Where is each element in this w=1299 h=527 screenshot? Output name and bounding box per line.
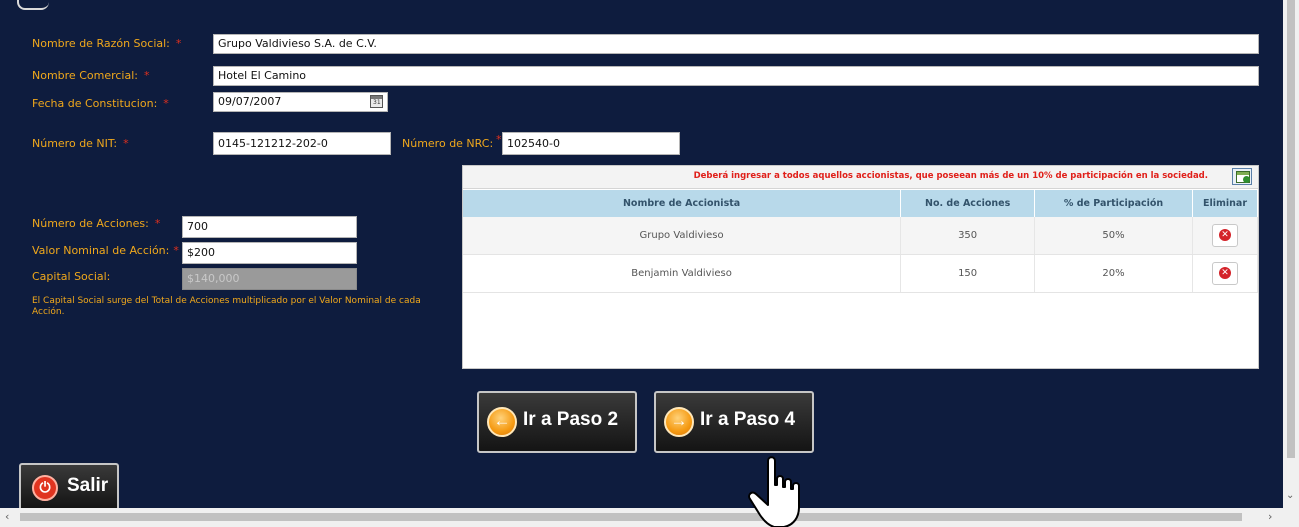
table-row: Benjamin Valdivieso 150 20% ✕ (463, 254, 1258, 293)
capital-social-input: $140,000 (182, 268, 357, 290)
calendar-icon-day: 31 (373, 99, 381, 106)
delete-icon: ✕ (1219, 229, 1231, 241)
nit-input[interactable]: 0145-121212-202-0 (213, 132, 391, 155)
razon-social-label-text: Nombre de Razón Social: (32, 37, 170, 50)
next-step-label: Ir a Paso 4 (700, 409, 796, 430)
required-marker: * (163, 97, 169, 110)
scroll-right-icon[interactable]: › (1268, 510, 1272, 523)
cell-acciones: 350 (900, 217, 1036, 255)
horizontal-scroll-thumb[interactable] (20, 513, 1242, 521)
arrow-left-icon: ← (487, 407, 517, 437)
salir-label: Salir (67, 475, 109, 496)
tab-corner (17, 0, 49, 10)
nit-label-text: Número de NIT: (32, 137, 118, 150)
delete-row-button[interactable]: ✕ (1212, 262, 1238, 285)
accionistas-table: Nombre de Accionista No. de Acciones % d… (463, 190, 1258, 293)
scroll-down-icon[interactable]: ⌄ (1286, 490, 1294, 501)
razon-social-input[interactable]: Grupo Valdivieso S.A. de C.V. (213, 34, 1259, 54)
accionistas-warning-bar: Deberá ingresar a todos aquellos accioni… (463, 166, 1258, 189)
nombre-comercial-label-text: Nombre Comercial: (32, 69, 138, 82)
cell-eliminar: ✕ (1192, 254, 1258, 293)
prev-step-label: Ir a Paso 2 (523, 409, 619, 430)
add-accionista-button[interactable] (1232, 168, 1252, 185)
vertical-scrollbar[interactable]: ⌄ (1283, 0, 1299, 508)
required-marker: * (143, 69, 150, 82)
table-header-row: Nombre de Accionista No. de Acciones % d… (463, 190, 1258, 217)
required-marker: * (175, 37, 182, 50)
next-step-button[interactable]: → Ir a Paso 4 (654, 391, 814, 453)
column-header-acciones[interactable]: No. de Acciones (900, 190, 1036, 217)
acciones-input[interactable]: 700 (182, 216, 357, 238)
required-marker: * (154, 217, 161, 230)
cell-acciones: 150 (900, 254, 1036, 293)
nrc-input[interactable]: 102540-0 (502, 132, 680, 155)
capital-social-note: El Capital Social surge del Total de Acc… (32, 296, 421, 317)
delete-icon: ✕ (1219, 267, 1231, 279)
razon-social-label: Nombre de Razón Social: * (32, 37, 181, 50)
cell-eliminar: ✕ (1192, 217, 1258, 255)
acciones-label: Número de Acciones: * (32, 217, 160, 230)
prev-step-button[interactable]: ← Ir a Paso 2 (477, 391, 637, 453)
cell-participacion: 50% (1034, 217, 1193, 255)
fecha-constitucion-label: Fecha de Constitucion: * (32, 97, 169, 110)
column-header-eliminar: Eliminar (1192, 190, 1258, 217)
arrow-right-icon: → (664, 407, 694, 437)
cell-nombre: Grupo Valdivieso (463, 217, 902, 255)
scrollbar-corner (1283, 508, 1299, 527)
cell-nombre: Benjamin Valdivieso (463, 254, 902, 293)
nrc-label: Número de NRC: (402, 137, 493, 150)
nombre-comercial-label: Nombre Comercial: * (32, 69, 149, 82)
wizard-step-3-panel: Nombre de Razón Social: * Grupo Valdivies… (0, 0, 1283, 508)
hand-cursor-icon (748, 456, 800, 527)
delete-row-button[interactable]: ✕ (1212, 224, 1238, 247)
accionistas-warning: Deberá ingresar a todos aquellos accioni… (693, 171, 1208, 181)
valor-nominal-label: Valor Nominal de Acción: * (32, 244, 179, 257)
vertical-scroll-thumb[interactable] (1287, 0, 1295, 458)
nit-label: Número de NIT: * (32, 137, 129, 150)
table-row: Grupo Valdivieso 350 50% ✕ (463, 217, 1258, 255)
required-marker: * (173, 244, 179, 257)
valor-nominal-input[interactable]: $200 (182, 242, 357, 264)
valor-nominal-label-text: Valor Nominal de Acción: (32, 244, 170, 257)
fecha-constitucion-label-text: Fecha de Constitucion: (32, 97, 158, 110)
cell-participacion: 20% (1034, 254, 1193, 293)
plus-icon (1243, 176, 1250, 183)
calendar-icon[interactable]: 31 (370, 95, 383, 108)
column-header-participacion[interactable]: % de Participación (1034, 190, 1193, 217)
fecha-constitucion-input[interactable]: 09/07/2007 (213, 92, 388, 112)
column-header-nombre[interactable]: Nombre de Accionista (463, 190, 902, 217)
scroll-left-icon[interactable]: ‹ (5, 510, 9, 523)
acciones-label-text: Número de Acciones: (32, 217, 149, 230)
capital-social-label: Capital Social: (32, 270, 111, 283)
nrc-label-text: Número de NRC: (402, 137, 494, 150)
required-marker: * (123, 137, 129, 150)
accionistas-panel: Deberá ingresar a todos aquellos accioni… (462, 165, 1259, 369)
horizontal-scrollbar[interactable]: ‹ › (0, 508, 1283, 527)
power-icon: ⏻ (32, 475, 58, 501)
required-marker: * (496, 133, 502, 146)
salir-button[interactable]: ⏻ Salir (19, 463, 119, 508)
nombre-comercial-input[interactable]: Hotel El Camino (213, 66, 1259, 86)
